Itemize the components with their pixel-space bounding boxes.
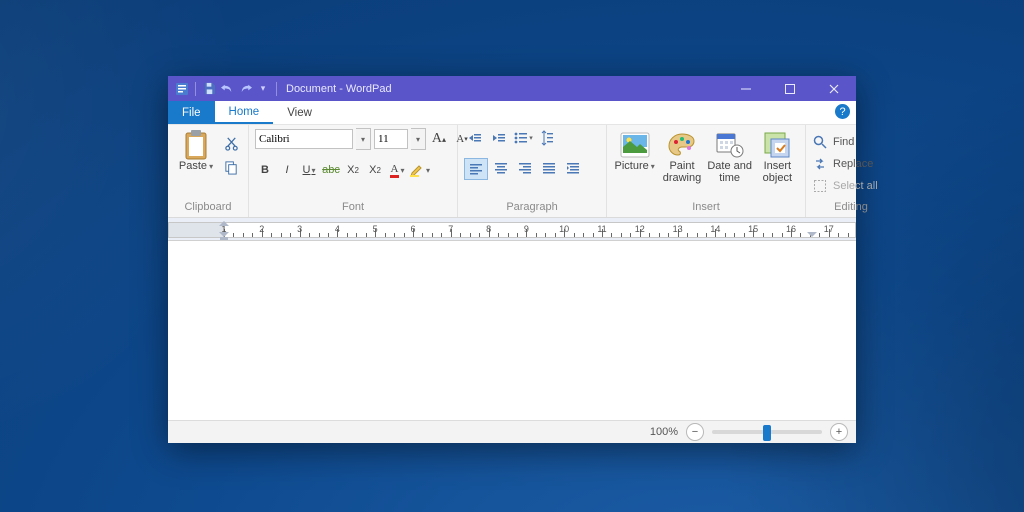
paste-button[interactable]: Paste▾ bbox=[174, 128, 218, 173]
maximize-button[interactable] bbox=[768, 76, 812, 101]
wordpad-icon bbox=[174, 81, 190, 97]
line-spacing-button[interactable] bbox=[536, 128, 558, 148]
redo-icon[interactable] bbox=[237, 81, 253, 97]
zoom-slider[interactable] bbox=[712, 430, 822, 434]
replace-icon bbox=[812, 156, 828, 172]
replace-button[interactable]: Replace bbox=[812, 154, 873, 174]
bullets-button[interactable]: ▾ bbox=[512, 128, 534, 148]
minimize-button[interactable] bbox=[724, 76, 768, 101]
find-label: Find bbox=[833, 136, 854, 148]
picture-icon bbox=[620, 130, 650, 160]
window-title: Document - WordPad bbox=[286, 83, 392, 95]
ribbon-tabs: File Home View ? bbox=[168, 101, 856, 125]
bold-button[interactable]: B bbox=[255, 160, 275, 180]
quick-access-toolbar: ▾ bbox=[168, 81, 280, 97]
save-icon[interactable] bbox=[201, 81, 217, 97]
chevron-down-icon: ▾ bbox=[209, 162, 213, 171]
paint-drawing-button[interactable]: Paint drawing bbox=[660, 128, 703, 184]
font-group-label: Font bbox=[255, 201, 451, 216]
font-size-input[interactable] bbox=[374, 129, 408, 149]
tab-home[interactable]: Home bbox=[215, 101, 274, 124]
clipboard-icon bbox=[181, 130, 211, 160]
titlebar[interactable]: ▾ Document - WordPad bbox=[168, 76, 856, 101]
insert-object-button[interactable]: Insert object bbox=[756, 128, 799, 184]
highlight-button[interactable]: ▾ bbox=[409, 160, 430, 180]
group-editing: Find Replace Select all Editing bbox=[806, 125, 896, 217]
italic-button[interactable]: I bbox=[277, 160, 297, 180]
superscript-button[interactable]: X2 bbox=[365, 160, 385, 180]
strikethrough-button[interactable]: abc bbox=[321, 160, 341, 180]
paragraph-settings-button[interactable] bbox=[562, 158, 584, 178]
font-name-input[interactable] bbox=[255, 129, 353, 149]
select-all-icon bbox=[812, 178, 828, 194]
undo-icon[interactable] bbox=[219, 81, 235, 97]
dec-indent-button[interactable] bbox=[464, 128, 486, 148]
insert-group-label: Insert bbox=[613, 201, 799, 216]
find-button[interactable]: Find bbox=[812, 132, 854, 152]
calendar-clock-icon bbox=[715, 130, 745, 160]
window-controls bbox=[724, 76, 856, 101]
font-size-dropdown[interactable]: ▾ bbox=[411, 128, 426, 150]
object-icon bbox=[762, 130, 792, 160]
underline-button[interactable]: U▾ bbox=[299, 160, 319, 180]
group-font: ▾ ▾ A▴ A▾ B I U▾ abc X2 X2 A▾ ▾ bbox=[249, 125, 458, 217]
align-left-button[interactable] bbox=[464, 158, 488, 180]
subscript-button[interactable]: X2 bbox=[343, 160, 363, 180]
copy-button[interactable] bbox=[222, 158, 240, 176]
zoom-in-button[interactable]: + bbox=[830, 423, 848, 441]
editing-group-label: Editing bbox=[812, 201, 890, 216]
ribbon: Paste▾ Clipboard ▾ ▾ A▴ bbox=[168, 125, 856, 218]
find-icon bbox=[812, 134, 828, 150]
grow-font-button[interactable]: A▴ bbox=[429, 129, 449, 149]
ruler[interactable]: 1234567891011121314151617 bbox=[168, 218, 856, 241]
replace-label: Replace bbox=[833, 158, 873, 170]
group-insert: Picture▾ Paint drawing Date and time Ins… bbox=[607, 125, 806, 217]
close-button[interactable] bbox=[812, 76, 856, 101]
inc-indent-button[interactable] bbox=[488, 128, 510, 148]
group-paragraph: ▾ Paragraph bbox=[458, 125, 607, 217]
zoom-level: 100% bbox=[650, 426, 678, 438]
document-area[interactable] bbox=[168, 241, 856, 420]
font-color-button[interactable]: A▾ bbox=[387, 160, 407, 180]
help-button[interactable]: ? bbox=[835, 104, 850, 119]
status-bar: 100% − + bbox=[168, 420, 856, 443]
paste-label: Paste bbox=[179, 160, 207, 172]
paragraph-group-label: Paragraph bbox=[464, 201, 600, 216]
qat-menu-icon[interactable]: ▾ bbox=[255, 81, 271, 97]
zoom-out-button[interactable]: − bbox=[686, 423, 704, 441]
select-all-button[interactable]: Select all bbox=[812, 176, 878, 196]
tab-file[interactable]: File bbox=[168, 101, 215, 124]
palette-icon bbox=[667, 130, 697, 160]
wordpad-window: ▾ Document - WordPad File Home View ? Pa bbox=[168, 76, 856, 443]
select-all-label: Select all bbox=[833, 180, 878, 192]
cut-button[interactable] bbox=[222, 134, 240, 152]
justify-button[interactable] bbox=[538, 158, 560, 178]
date-time-button[interactable]: Date and time bbox=[708, 128, 752, 184]
font-name-dropdown[interactable]: ▾ bbox=[356, 128, 371, 150]
align-right-button[interactable] bbox=[514, 158, 536, 178]
tab-view[interactable]: View bbox=[273, 102, 326, 124]
group-clipboard: Paste▾ Clipboard bbox=[168, 125, 249, 217]
align-center-button[interactable] bbox=[490, 158, 512, 178]
picture-button[interactable]: Picture▾ bbox=[613, 128, 656, 173]
right-indent-marker[interactable] bbox=[807, 232, 817, 237]
clipboard-group-label: Clipboard bbox=[174, 201, 242, 216]
